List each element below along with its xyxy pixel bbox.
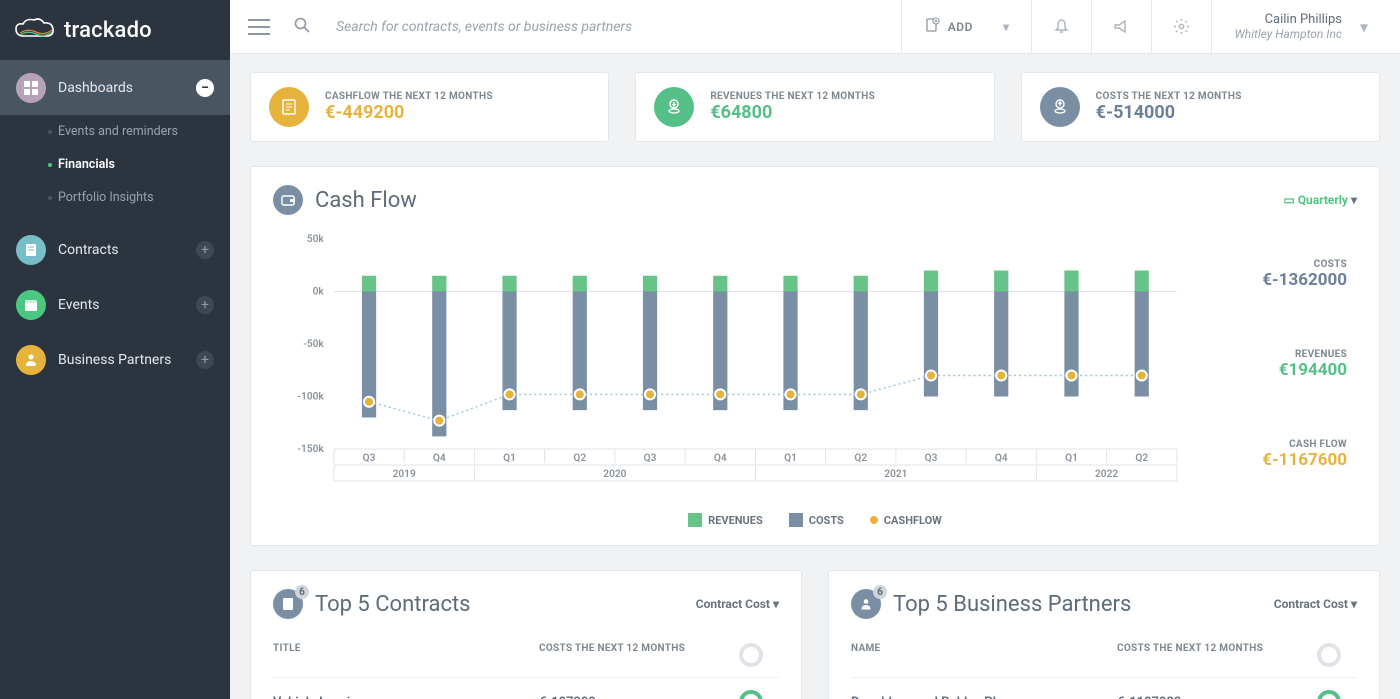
user-name: Cailin Phillips (1234, 12, 1342, 27)
svg-text:Q4: Q4 (995, 453, 1008, 464)
sidebar-item-label: Contracts (58, 242, 196, 258)
panel-title: Top 5 Contracts (315, 592, 696, 617)
topbar: ADD ▾ Cailin Phillips Whitley Hampton In… (230, 0, 1400, 54)
sidebar-sub-financials[interactable]: Financials (0, 148, 230, 181)
logo-text: trackado (64, 18, 152, 43)
top-contracts-panel: 6 Top 5 Contracts Contract Cost ▾ TITLEC… (250, 570, 802, 699)
sidebar-sub-portfolio[interactable]: Portfolio Insights (0, 181, 230, 214)
add-button[interactable]: ADD ▾ (901, 0, 1032, 53)
expand-icon[interactable]: + (196, 296, 214, 314)
sidebar-item-partners[interactable]: Business Partners + (0, 332, 230, 387)
chevron-down-icon: ▾ (1360, 17, 1368, 36)
ring-icon (1317, 643, 1341, 667)
top-partners-panel: 6 Top 5 Business Partners Contract Cost … (828, 570, 1380, 699)
search-icon[interactable] (294, 17, 310, 37)
revenue-icon (654, 87, 694, 127)
svg-text:-100k: -100k (297, 392, 324, 403)
sidebar-sub-events-reminders[interactable]: Events and reminders (0, 115, 230, 148)
sidebar-item-label: Events (58, 297, 196, 313)
ring-icon (1317, 690, 1341, 699)
user-org: Whitley Hampton Inc (1234, 27, 1342, 41)
expand-icon[interactable]: + (196, 351, 214, 369)
sort-picker[interactable]: Contract Cost ▾ (1274, 597, 1357, 611)
wallet-icon (273, 185, 303, 215)
ring-icon (739, 643, 763, 667)
content: CASHFLOW THE NEXT 12 MONTHS€-449200 REVE… (230, 54, 1400, 699)
table-row[interactable]: Vehicle Leasing€-187200 (273, 677, 779, 699)
cashflow-chart[interactable]: 50k 0k -50k -100k -150k Q3 Q4 Q1 Q2 Q3 Q4 Q1 Q2 Q3 Q4 Q… (273, 229, 1187, 499)
partner-icon: 6 (851, 589, 881, 619)
svg-text:-50k: -50k (303, 339, 324, 350)
gear-icon (1173, 18, 1190, 35)
megaphone-icon (1113, 18, 1130, 35)
sidebar: trackado Dashboards − Events and reminde… (0, 0, 230, 699)
search-input[interactable] (336, 19, 736, 35)
costs-icon (1040, 87, 1080, 127)
menu-toggle-icon[interactable] (248, 19, 270, 35)
sidebar-item-dashboards[interactable]: Dashboards − (0, 60, 230, 115)
svg-text:Q3: Q3 (363, 453, 376, 464)
chart-legend: REVENUES COSTS CASHFLOW (273, 513, 1357, 527)
svg-text:Q3: Q3 (925, 453, 938, 464)
expand-icon[interactable]: + (196, 241, 214, 259)
cashflow-panel: Cash Flow ▭ Quarterly ▾ 50k 0k -50k -100k -1… (250, 166, 1380, 546)
notifications-button[interactable] (1031, 0, 1091, 53)
chevron-down-icon: ▾ (1003, 20, 1010, 34)
svg-text:2020: 2020 (603, 469, 626, 480)
announcements-button[interactable] (1091, 0, 1151, 53)
svg-text:2021: 2021 (884, 469, 907, 480)
table-row[interactable]: Donaldson and Robles Plc€-1187000 (851, 677, 1357, 699)
svg-text:2022: 2022 (1095, 469, 1118, 480)
kpi-revenues: REVENUES THE NEXT 12 MONTHS€64800 (635, 72, 994, 142)
svg-text:0k: 0k (313, 287, 325, 298)
panel-title: Top 5 Business Partners (893, 592, 1274, 617)
add-icon (924, 17, 940, 36)
kpi-costs: COSTS THE NEXT 12 MONTHS€-514000 (1021, 72, 1380, 142)
bell-icon (1053, 18, 1070, 35)
svg-text:50k: 50k (307, 234, 325, 245)
contract-icon (16, 235, 46, 265)
sidebar-item-contracts[interactable]: Contracts + (0, 222, 230, 277)
svg-text:-150k: -150k (297, 444, 324, 455)
svg-text:Q1: Q1 (503, 453, 516, 464)
partner-icon (16, 345, 46, 375)
sidebar-item-label: Business Partners (58, 352, 196, 368)
svg-text:Q4: Q4 (433, 453, 446, 464)
svg-text:Q4: Q4 (714, 453, 727, 464)
logo-cloud-icon (14, 18, 56, 42)
svg-text:Q2: Q2 (1135, 453, 1148, 464)
sidebar-submenu: Events and reminders Financials Portfoli… (0, 115, 230, 222)
calendar-icon (16, 290, 46, 320)
svg-text:Q3: Q3 (644, 453, 657, 464)
sidebar-item-label: Dashboards (58, 80, 196, 96)
settings-button[interactable] (1151, 0, 1211, 53)
panel-title: Cash Flow (315, 188, 1283, 213)
period-picker[interactable]: ▭ Quarterly ▾ (1283, 193, 1357, 207)
sidebar-item-events[interactable]: Events + (0, 277, 230, 332)
contract-icon: 6 (273, 589, 303, 619)
svg-text:Q1: Q1 (1065, 453, 1078, 464)
user-menu[interactable]: Cailin Phillips Whitley Hampton Inc ▾ (1211, 0, 1382, 53)
svg-text:Q2: Q2 (573, 453, 586, 464)
collapse-icon[interactable]: − (196, 79, 214, 97)
cashflow-icon (269, 87, 309, 127)
logo[interactable]: trackado (0, 0, 230, 60)
svg-text:Q2: Q2 (854, 453, 867, 464)
ring-icon (739, 690, 763, 699)
sort-picker[interactable]: Contract Cost ▾ (696, 597, 779, 611)
svg-text:Q1: Q1 (784, 453, 797, 464)
dashboard-icon (16, 73, 46, 103)
kpi-cashflow: CASHFLOW THE NEXT 12 MONTHS€-449200 (250, 72, 609, 142)
svg-text:2019: 2019 (393, 469, 416, 480)
